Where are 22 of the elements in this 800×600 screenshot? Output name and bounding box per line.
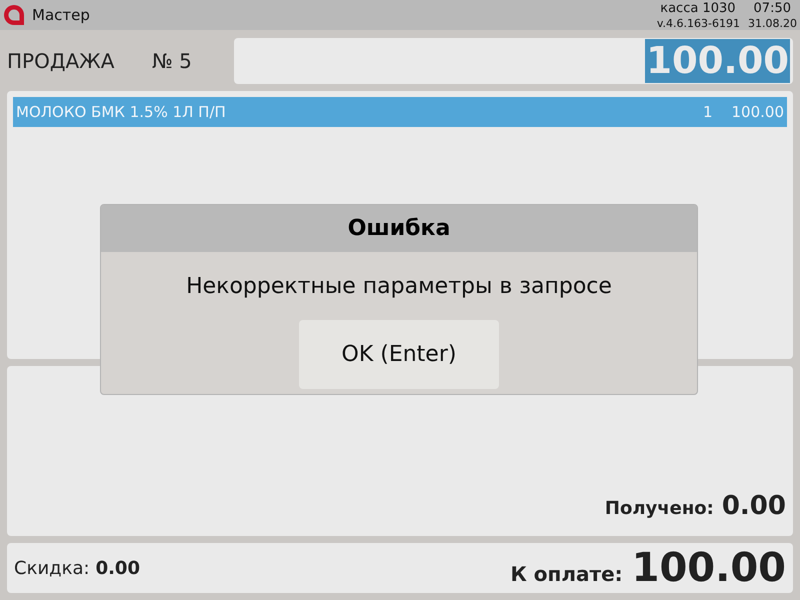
ok-button[interactable]: OK (Enter) (299, 320, 499, 389)
item-sum: 100.00 (732, 102, 784, 123)
app-title: Мастер (32, 4, 90, 26)
date-label: 31.08.20 (748, 18, 797, 28)
version-label: v.4.6.163-6191 (656, 18, 740, 28)
logo-icon (4, 5, 24, 25)
amount-input-field[interactable]: 100.00 (234, 38, 793, 84)
register-label: касса 1030 (660, 2, 736, 14)
received-value: 0.00 (722, 490, 786, 523)
discount-value: 0.00 (96, 556, 140, 580)
item-quantity: 1 (702, 102, 712, 123)
dialog-title: Ошибка (348, 215, 450, 243)
receipt-number: № 5 (152, 48, 193, 75)
item-name: МОЛОКО БМК 1.5% 1Л П/П (16, 102, 226, 123)
item-row[interactable]: МОЛОКО БМК 1.5% 1Л П/П 1 100.00 (13, 97, 787, 127)
discount-label: Скидка: (14, 556, 90, 580)
total-label: К оплате: (510, 560, 623, 588)
error-message: Некорректные параметры в запросе (186, 273, 612, 301)
clock-time: 07:50 (754, 2, 791, 14)
total-value: 100.00 (632, 548, 786, 588)
sale-title: ПРОДАЖА (7, 48, 116, 75)
received-label: Получено: (604, 497, 714, 521)
